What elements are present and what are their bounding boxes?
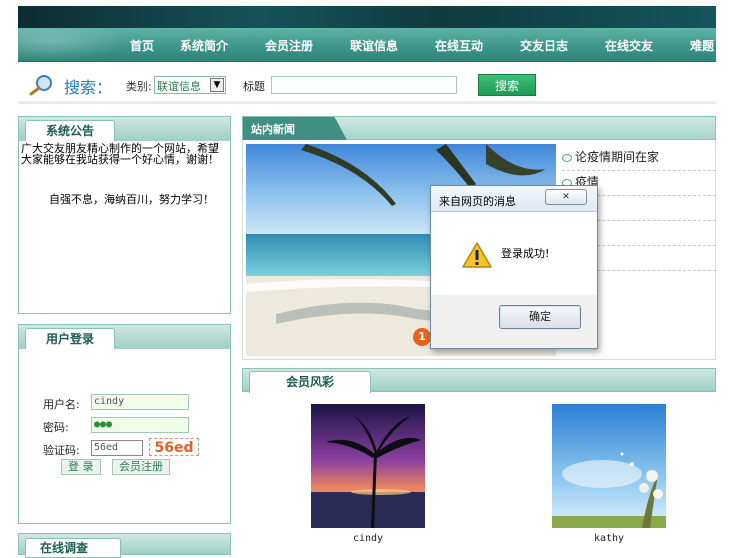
news-item-title: 论疫情期间在家 (575, 150, 660, 164)
captcha-image[interactable]: 56ed (149, 438, 199, 456)
ok-button[interactable]: 确定 (499, 305, 581, 329)
nav-item-online-dating[interactable]: 在线交友 (605, 37, 653, 54)
main-nav: 首页 系统简介 会员注册 联谊信息 在线互动 交友日志 在线交友 难题 (18, 28, 716, 62)
nav-item-friendship-info[interactable]: 联谊信息 (350, 37, 398, 54)
news-header: 站内新闻 (242, 116, 716, 140)
search-icon (29, 75, 52, 96)
dialog-message: 登录成功! (501, 247, 550, 260)
warning-icon (462, 242, 492, 268)
search-bar: 搜索： 类别: 联谊信息 ▼ 标题 搜索 (18, 64, 716, 104)
notice-text: 广大交友朋友精心制作的一个网站，希望大家能够在我站获得一个好心情，谢谢！ (21, 142, 219, 166)
password-label: 密码: (43, 421, 69, 434)
survey-panel: 在线调查 (18, 533, 231, 558)
title-input[interactable] (271, 76, 457, 94)
category-value: 联谊信息 (157, 80, 201, 93)
notice-panel-header: 系统公告 (19, 117, 230, 141)
nav-decoration (18, 28, 128, 62)
login-button[interactable]: 登 录 (61, 459, 101, 475)
nav-item-questions[interactable]: 难题 (690, 37, 714, 54)
slide-indicator-badge[interactable]: 1 (413, 328, 431, 346)
member-photo-kathy[interactable] (552, 404, 666, 528)
news-heading: 站内新闻 (251, 123, 295, 136)
nav-item-about[interactable]: 系统简介 (180, 37, 228, 54)
alert-dialog: 来自网页的消息 ✕ 登录成功! 确定 (430, 185, 598, 349)
dialog-footer: 确定 (431, 295, 597, 348)
password-field[interactable]: ●●● (91, 417, 189, 433)
close-icon[interactable]: ✕ (545, 189, 587, 205)
captcha-field[interactable]: 56ed (91, 440, 143, 456)
member-name[interactable]: kathy (552, 533, 666, 544)
nav-item-register[interactable]: 会员注册 (265, 37, 313, 54)
username-field[interactable]: cindy (91, 394, 189, 410)
dialog-titlebar: 来自网页的消息 ✕ (431, 186, 597, 212)
nav-item-home[interactable]: 首页 (130, 37, 154, 54)
username-label: 用户名: (43, 398, 80, 411)
members-header: 会员风彩 (242, 368, 716, 393)
title-label: 标题 (243, 80, 265, 93)
nav-item-diary[interactable]: 交友日志 (520, 37, 568, 54)
top-banner (18, 6, 716, 28)
speech-bubble-icon (562, 153, 572, 162)
category-label: 类别: (126, 80, 152, 93)
dialog-title: 来自网页的消息 (439, 195, 516, 208)
members-heading: 会员风彩 (249, 371, 371, 393)
dialog-body: 登录成功! (431, 213, 597, 295)
notice-panel: 系统公告 广大交友朋友精心制作的一个网站，希望大家能够在我站获得一个好心情，谢谢… (18, 116, 231, 314)
search-title: 搜索： (64, 78, 113, 97)
login-heading: 用户登录 (25, 328, 116, 349)
member-name[interactable]: cindy (311, 533, 425, 544)
register-button[interactable]: 会员注册 (112, 459, 170, 475)
news-item[interactable]: 论疫情期间在家 (562, 146, 716, 171)
captcha-label: 验证码: (43, 444, 80, 457)
chevron-down-icon[interactable]: ▼ (210, 78, 224, 92)
login-panel-header: 用户登录 (19, 325, 230, 349)
notice-heading: 系统公告 (25, 120, 116, 141)
notice-motto: 自强不息，海纳百川，努力学习！ (49, 193, 214, 206)
sunset-palm-picture (311, 404, 425, 528)
sky-flowers-picture (552, 404, 666, 528)
survey-heading: 在线调查 (25, 538, 121, 558)
member-photo-cindy[interactable] (311, 404, 425, 528)
search-button[interactable]: 搜索 (478, 74, 536, 96)
category-select[interactable]: 联谊信息 ▼ (154, 76, 226, 94)
login-panel: 用户登录 用户名: cindy 密码: ●●● 验证码: 56ed 56ed 登… (18, 324, 231, 524)
nav-item-interaction[interactable]: 在线互动 (435, 37, 483, 54)
